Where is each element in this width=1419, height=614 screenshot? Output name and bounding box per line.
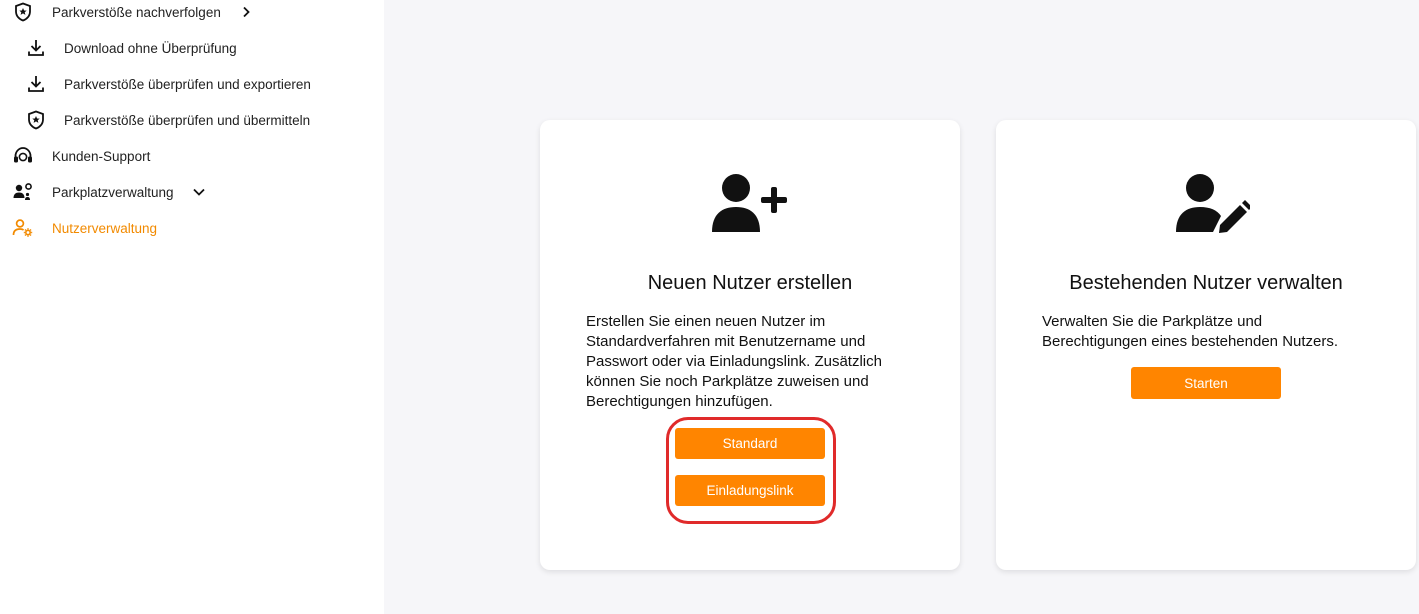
sidebar-item-label: Nutzerverwaltung xyxy=(52,220,158,236)
description-line: Verwalten Sie die Parkplätze und xyxy=(1042,313,1263,330)
shield-star-icon xyxy=(25,109,47,131)
sidebar-item-ueberpruefen-exportieren[interactable]: Parkverstöße überprüfen und exportieren xyxy=(25,73,311,95)
description-line: Standardverfahren mit Benutzername und xyxy=(586,333,866,350)
sidebar-item-label: Download ohne Überprüfung xyxy=(64,40,237,56)
sidebar-item-nutzerverwaltung[interactable]: Nutzerverwaltung xyxy=(12,217,157,239)
standard-button[interactable]: Standard xyxy=(675,428,825,459)
sidebar-item-label: Parkverstöße überprüfen und übermitteln xyxy=(64,112,311,128)
chevron-right-icon[interactable] xyxy=(239,5,253,19)
sidebar-item-download-ohne-ueberpruefung[interactable]: Download ohne Überprüfung xyxy=(25,37,237,59)
sidebar-item-parkverstoesse-nachverfolgen[interactable]: Parkverstöße nachverfolgen xyxy=(12,1,253,23)
user-gear-icon xyxy=(12,217,34,239)
users-gear-icon xyxy=(12,181,34,203)
user-plus-icon xyxy=(712,172,788,234)
sidebar: Parkverstöße nachverfolgen Download ohne… xyxy=(0,0,384,614)
chevron-down-icon[interactable] xyxy=(192,185,206,199)
sidebar-item-kunden-support[interactable]: Kunden-Support xyxy=(12,145,150,167)
manage-user-description: Verwalten Sie die Parkplätze und Berecht… xyxy=(1042,312,1392,352)
description-line: Erstellen Sie einen neuen Nutzer im xyxy=(586,313,826,330)
sidebar-item-label: Parkverstöße überprüfen und exportieren xyxy=(64,76,311,92)
download-icon xyxy=(25,37,47,59)
user-pen-icon xyxy=(1176,172,1252,234)
description-line: Berechtigungen eines bestehenden Nutzers… xyxy=(1042,333,1339,350)
sidebar-item-label: Kunden-Support xyxy=(52,148,151,164)
headset-icon xyxy=(12,145,34,167)
sidebar-item-label: Parkverstöße nachverfolgen xyxy=(52,4,221,20)
sidebar-item-parkplatzverwaltung[interactable]: Parkplatzverwaltung xyxy=(12,181,206,203)
sidebar-item-ueberpruefen-uebermitteln[interactable]: Parkverstöße überprüfen und übermitteln xyxy=(25,109,310,131)
start-button[interactable]: Starten xyxy=(1131,367,1281,399)
download-icon xyxy=(25,73,47,95)
create-user-card: Neuen Nutzer erstellen Erstellen Sie ein… xyxy=(540,120,960,570)
invitation-link-button[interactable]: Einladungslink xyxy=(675,475,825,506)
shield-star-icon xyxy=(12,1,34,23)
manage-user-title: Bestehenden Nutzer verwalten xyxy=(1069,272,1343,294)
create-user-title: Neuen Nutzer erstellen xyxy=(647,272,853,294)
description-line: Passwort oder via Einladungslink. Zusätz… xyxy=(586,353,882,370)
main-content: Neuen Nutzer erstellen Erstellen Sie ein… xyxy=(384,0,1419,614)
description-line: Berechtigungen hinzufügen. xyxy=(586,393,773,410)
sidebar-item-label: Parkplatzverwaltung xyxy=(52,184,174,200)
manage-user-card: Bestehenden Nutzer verwalten Verwalten S… xyxy=(996,120,1416,570)
create-user-description: Erstellen Sie einen neuen Nutzer im Stan… xyxy=(586,312,936,412)
description-line: können Sie noch Parkplätze zuweisen und xyxy=(586,373,869,390)
